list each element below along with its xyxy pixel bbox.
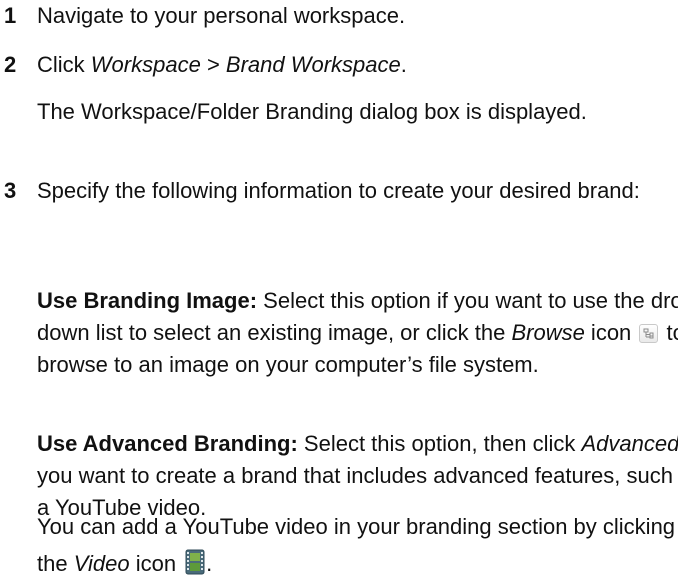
step-text: Navigate to your personal workspace. xyxy=(37,3,406,28)
step-2-note: The Workspace/Folder Branding dialog box… xyxy=(0,96,677,128)
advanced-word: Advanced xyxy=(581,431,678,456)
step-text: Specify the following information to cre… xyxy=(37,178,640,203)
option-text: Use Branding Image: Select this option i… xyxy=(37,285,678,381)
step-text: Click Workspace > Brand Workspace. xyxy=(37,49,678,81)
menu-brand-workspace: Brand Workspace xyxy=(225,52,401,77)
step-text-click: Click xyxy=(37,52,91,77)
step-1: 1 Navigate to your personal workspace. xyxy=(0,0,678,32)
browse-word: Browse xyxy=(511,320,585,345)
step-number: 3 xyxy=(4,178,17,203)
video-note: You can add a YouTube video in your bran… xyxy=(0,508,678,582)
browse-icon xyxy=(639,324,659,343)
icon-word: icon xyxy=(584,320,638,345)
option-text-before: Select this option, then click xyxy=(297,431,582,456)
video-note-text: You can add a YouTube video in your bran… xyxy=(37,508,678,582)
video-note-period: . xyxy=(206,551,213,576)
step-number: 1 xyxy=(4,3,17,28)
video-icon xyxy=(184,549,206,575)
option-label: Use Advanced Branding: xyxy=(37,431,298,456)
option-label: Use Branding Image: xyxy=(37,288,258,313)
video-word: Video xyxy=(73,551,130,576)
icon-word: icon xyxy=(129,551,183,576)
step-2: 2 Click Workspace > Brand Workspace. xyxy=(0,49,678,81)
step-3: 3 Specify the following information to c… xyxy=(0,175,678,207)
option-branding-image: Use Branding Image: Select this option i… xyxy=(0,285,678,381)
dialog-note: The Workspace/Folder Branding dialog box… xyxy=(37,99,587,124)
menu-separator: > xyxy=(200,52,226,77)
menu-workspace: Workspace xyxy=(90,52,201,77)
step-number: 2 xyxy=(4,52,17,77)
step-period: . xyxy=(400,52,407,77)
